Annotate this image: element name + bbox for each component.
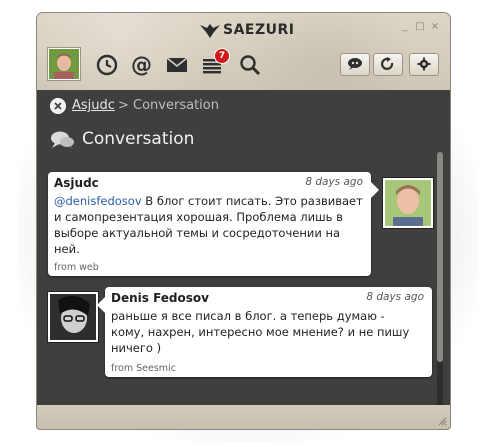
- message-text: раньше я все писал в блог. а теперь дума…: [111, 309, 410, 355]
- settings-gear-icon: [417, 57, 431, 71]
- envelope-icon[interactable]: [164, 52, 190, 78]
- conversation-message: Denis Fedosov 8 days ago раньше я все пи…: [97, 287, 432, 377]
- avatar-image: [49, 49, 79, 79]
- message-source: from web: [54, 262, 99, 273]
- refresh-icon: [381, 57, 394, 70]
- profile-chat-button[interactable]: [340, 53, 370, 76]
- breadcrumb-separator: >: [118, 98, 134, 113]
- message-author[interactable]: Asjudc: [54, 176, 99, 190]
- resize-grip-icon[interactable]: [437, 416, 447, 426]
- settings-button[interactable]: [409, 53, 439, 76]
- message-source: from Seesmic: [111, 363, 176, 374]
- minimize-button[interactable]: _: [399, 21, 411, 33]
- scrollbar-thumb[interactable]: [437, 152, 443, 362]
- avatar-image: [385, 180, 431, 226]
- breadcrumb-current-label: Conversation: [133, 98, 219, 113]
- profile-chat-icon: [348, 58, 362, 70]
- saezuri-bird-logo-icon: [200, 24, 220, 38]
- svg-text:@: @: [131, 53, 152, 77]
- author-avatar-denis-fedosov[interactable]: [48, 292, 98, 342]
- maximize-button[interactable]: □: [414, 21, 426, 33]
- message-time: 8 days ago: [366, 291, 424, 303]
- app-title: SAEZURI: [223, 22, 295, 38]
- message-time: 8 days ago: [305, 176, 363, 188]
- close-conversation-icon[interactable]: [50, 98, 66, 114]
- message-mention-link[interactable]: @denisfedosov: [54, 194, 142, 208]
- conversation-message: Asjudc 8 days ago @denisfedosov В блог с…: [48, 172, 379, 276]
- clock-icon[interactable]: [94, 52, 120, 78]
- section-title: Conversation: [82, 129, 195, 149]
- author-avatar-asjudc[interactable]: [383, 178, 433, 228]
- at-mention-icon[interactable]: @: [129, 52, 155, 78]
- status-bar: [37, 405, 450, 429]
- message-text: @denisfedosov В блог стоит писать. Это р…: [54, 193, 364, 257]
- close-button[interactable]: ×: [429, 21, 441, 33]
- window-controls: _ □ ×: [399, 21, 441, 33]
- search-icon[interactable]: [237, 52, 263, 78]
- conversation-bubbles-icon: [51, 131, 74, 149]
- bubble-pointer: [371, 182, 379, 198]
- breadcrumb-current: > Conversation: [118, 98, 219, 113]
- list-unread-badge: 7: [214, 48, 230, 64]
- message-author[interactable]: Denis Fedosov: [111, 291, 209, 305]
- my-avatar[interactable]: [48, 48, 80, 80]
- refresh-button[interactable]: [373, 53, 403, 76]
- avatar-image: [50, 294, 96, 340]
- bubble-pointer: [97, 297, 105, 313]
- breadcrumb-user-link[interactable]: Asjudc: [72, 98, 115, 113]
- app-window: SAEZURI _ □ × @ 7 Asjudc > Conversation …: [37, 13, 450, 429]
- conversation-scrollbar[interactable]: [437, 152, 443, 414]
- title-toolbar: SAEZURI _ □ × @ 7: [37, 13, 450, 90]
